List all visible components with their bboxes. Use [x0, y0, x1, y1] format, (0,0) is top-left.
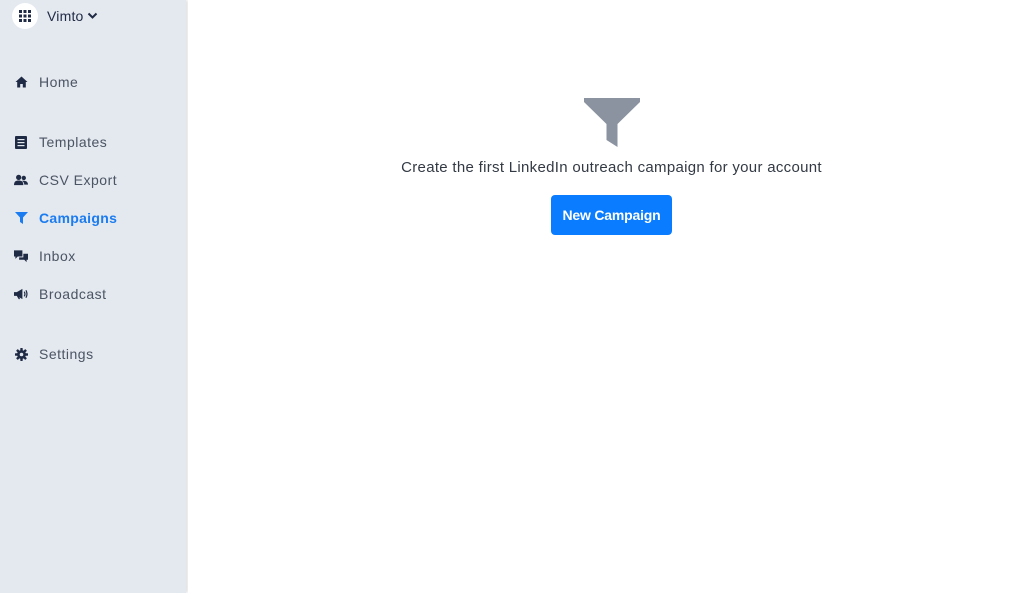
sidebar-item-label: Inbox: [39, 248, 76, 264]
sidebar-item-label: Settings: [39, 346, 94, 362]
chat-icon: [14, 249, 28, 263]
new-campaign-button[interactable]: New Campaign: [551, 195, 672, 235]
sidebar: Vimto Home Templates CSV Export Campaign…: [0, 0, 186, 593]
filter-icon: [14, 211, 28, 225]
sidebar-item-label: Templates: [39, 134, 108, 150]
account-name[interactable]: Vimto: [47, 8, 84, 24]
filter-icon: [583, 98, 641, 148]
sidebar-item-home[interactable]: Home: [14, 71, 78, 93]
grid-icon[interactable]: [12, 3, 38, 29]
sidebar-item-inbox[interactable]: Inbox: [14, 245, 76, 267]
list-icon: [14, 135, 28, 149]
sidebar-item-campaigns[interactable]: Campaigns: [14, 207, 117, 229]
sidebar-item-label: Campaigns: [39, 210, 118, 226]
account-switcher[interactable]: Vimto: [12, 3, 98, 29]
sidebar-item-settings[interactable]: Settings: [14, 343, 94, 365]
users-icon: [14, 173, 28, 187]
megaphone-icon: [14, 287, 28, 301]
main-content: Create the first LinkedIn outreach campa…: [188, 0, 1029, 593]
home-icon: [14, 75, 28, 89]
sidebar-item-label: Broadcast: [39, 286, 107, 302]
sidebar-item-csv-export[interactable]: CSV Export: [14, 169, 117, 191]
sidebar-item-broadcast[interactable]: Broadcast: [14, 283, 107, 305]
app-window: Vimto Home Templates CSV Export Campaign…: [0, 0, 1029, 593]
sidebar-item-templates[interactable]: Templates: [14, 131, 107, 153]
sidebar-item-label: Home: [39, 74, 79, 90]
empty-state-message: Create the first LinkedIn outreach campa…: [401, 159, 822, 176]
gear-icon: [14, 347, 28, 361]
chevron-down-icon[interactable]: [87, 12, 98, 20]
sidebar-item-label: CSV Export: [39, 172, 118, 188]
